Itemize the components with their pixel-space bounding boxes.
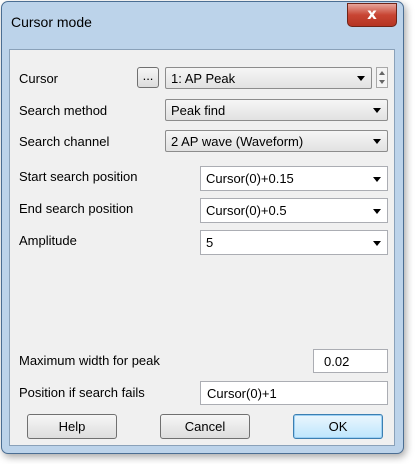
close-icon: x	[367, 5, 377, 23]
position-fail-field[interactable]: Cursor(0)+1	[200, 381, 388, 405]
chevron-down-icon	[373, 241, 381, 246]
dialog-title: Cursor mode	[11, 14, 92, 30]
max-width-value: 0.02	[324, 354, 350, 369]
chevron-down-icon	[373, 209, 381, 214]
cursor-select-value: 1: AP Peak	[171, 71, 236, 86]
chevron-down-icon	[373, 177, 381, 182]
search-method-label: Search method	[19, 103, 108, 118]
search-channel-value: 2 AP wave (Waveform)	[171, 134, 304, 149]
start-search-label: Start search position	[19, 169, 138, 184]
chevron-down-icon	[373, 139, 381, 144]
start-search-value: Cursor(0)+0.15	[206, 171, 294, 186]
spin-up-icon	[379, 71, 385, 75]
amplitude-value: 5	[206, 235, 214, 250]
end-search-value: Cursor(0)+0.5	[206, 203, 287, 218]
search-channel-label: Search channel	[19, 134, 110, 149]
end-search-combo[interactable]: Cursor(0)+0.5	[200, 198, 388, 223]
search-channel-select[interactable]: 2 AP wave (Waveform)	[165, 130, 388, 152]
spin-down-icon	[379, 80, 385, 84]
cursor-select[interactable]: 1: AP Peak	[165, 67, 372, 89]
amplitude-label: Amplitude	[19, 233, 77, 248]
cancel-button[interactable]: Cancel	[160, 414, 250, 439]
ok-button[interactable]: OK	[293, 414, 383, 439]
end-search-label: End search position	[19, 201, 134, 216]
max-width-field[interactable]: 0.02	[313, 349, 388, 373]
chevron-down-icon	[373, 108, 381, 113]
help-button[interactable]: Help	[27, 414, 117, 439]
title-bar[interactable]: Cursor mode x	[2, 2, 403, 34]
dialog-body: Cursor ... 1: AP Peak Search method Peak…	[9, 49, 395, 446]
search-method-value: Peak find	[171, 103, 226, 118]
chevron-down-icon	[357, 76, 365, 81]
position-fail-value: Cursor(0)+1	[207, 386, 277, 401]
cursor-mode-dialog: Cursor mode x Cursor ... 1: AP Peak Sear…	[1, 1, 404, 454]
close-button[interactable]: x	[347, 3, 397, 27]
cursor-label: Cursor	[19, 71, 59, 86]
search-method-select[interactable]: Peak find	[165, 99, 388, 121]
max-width-label: Maximum width for peak	[19, 353, 160, 368]
cursor-browse-button[interactable]: ...	[137, 67, 159, 88]
cursor-spinner[interactable]	[376, 67, 388, 88]
start-search-combo[interactable]: Cursor(0)+0.15	[200, 166, 388, 191]
position-fail-label: Position if search fails	[19, 385, 145, 400]
amplitude-combo[interactable]: 5	[200, 230, 388, 255]
